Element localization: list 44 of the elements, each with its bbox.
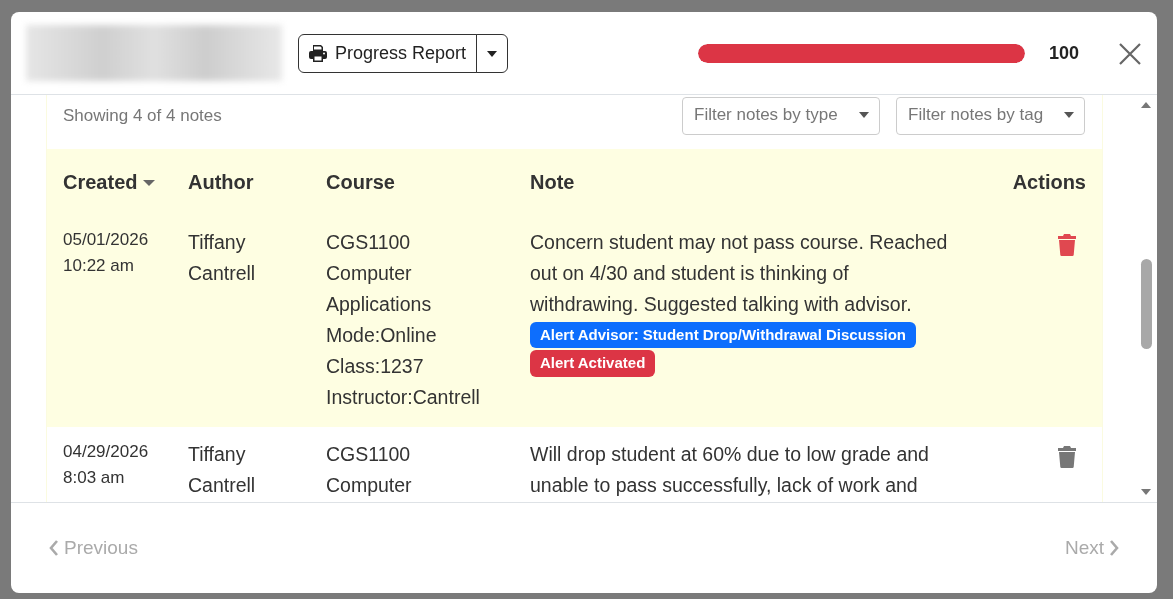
close-icon bbox=[1119, 42, 1141, 65]
progress-report-button[interactable]: Progress Report bbox=[298, 33, 478, 73]
scrollbar-thumb[interactable] bbox=[1140, 259, 1152, 349]
note-text: Will drop student at 60% due to low grade and unable to pass successfully, lack of work and bbox=[530, 441, 930, 498]
delete-button[interactable] bbox=[1058, 446, 1076, 469]
chevron-icon bbox=[49, 540, 59, 556]
column-header-cell: Note bbox=[514, 148, 972, 215]
dropdown-toggle-button[interactable] bbox=[476, 33, 509, 73]
column-header-cell: Created bbox=[47, 148, 172, 215]
column-header-cell: Author bbox=[172, 148, 310, 215]
column-header-cell: Actions bbox=[972, 148, 1102, 215]
filter-select[interactable]: Filter notes by tag bbox=[896, 97, 1085, 135]
course-detail: Mode:Online bbox=[326, 322, 438, 348]
scroll-down-icon[interactable] bbox=[1140, 488, 1152, 497]
chevron-icon bbox=[1109, 540, 1119, 556]
date-text: 04/29/2026 bbox=[63, 440, 150, 463]
close-button[interactable] bbox=[1119, 41, 1141, 65]
author-name: Tiffany Cantrell bbox=[188, 441, 257, 498]
course-detail: CGS1100 bbox=[326, 441, 412, 467]
score-value: 100 bbox=[1048, 41, 1079, 65]
tag-label: Alert Activated bbox=[530, 350, 656, 377]
caret-icon bbox=[487, 50, 498, 57]
author-name: Tiffany Cantrell bbox=[188, 229, 257, 286]
scroll-up-icon[interactable] bbox=[1140, 100, 1152, 109]
caret-icon bbox=[1064, 111, 1074, 118]
date-text: 05/01/2026 bbox=[63, 228, 150, 251]
filter-select[interactable]: Filter notes by type bbox=[682, 97, 880, 135]
course-detail: Class:1237 bbox=[326, 353, 425, 379]
column-header-cell: Course bbox=[310, 148, 514, 215]
course-detail: Computer Applications bbox=[326, 260, 433, 317]
note-text: Concern student may not pass course. Reached out on 4/30 and student is thinking of withdrawing. Suggested talking with advisor. bbox=[530, 229, 949, 317]
printer-icon bbox=[309, 44, 327, 62]
sort-caret-icon bbox=[143, 180, 156, 187]
date-text: 8:03 am bbox=[63, 466, 126, 489]
notes-count: Showing 4 of 4 notes bbox=[63, 105, 222, 127]
date-text: 10:22 am bbox=[63, 254, 135, 277]
trash-icon bbox=[1058, 446, 1076, 469]
course-detail: CGS1100 bbox=[326, 229, 412, 255]
course-detail: Instructor:Cantrell bbox=[326, 384, 481, 410]
course-detail: Computer bbox=[326, 472, 413, 498]
tag-label: Alert Advisor: Student Drop/Withdrawal Discussion bbox=[530, 321, 916, 348]
trash-icon bbox=[1058, 234, 1076, 257]
delete-button[interactable] bbox=[1058, 234, 1076, 257]
caret-icon bbox=[859, 111, 869, 118]
